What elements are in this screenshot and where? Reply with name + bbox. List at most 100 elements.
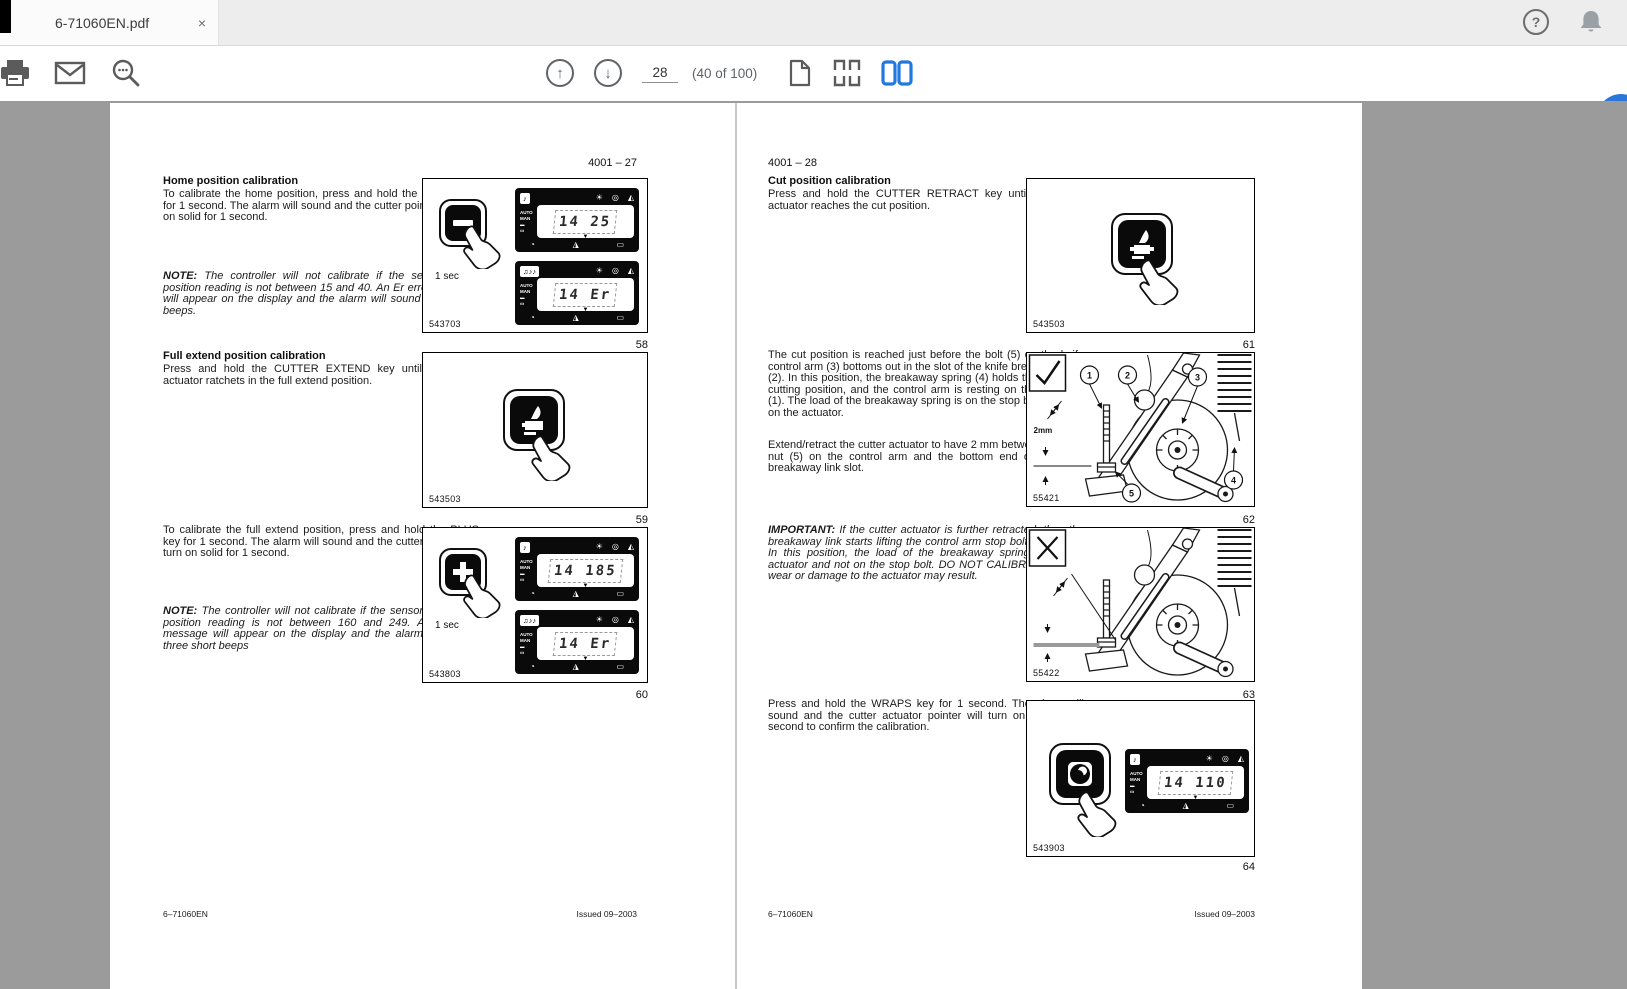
cutter-pointer-icon: ◮ — [572, 240, 579, 249]
two-page-view-button[interactable] — [881, 60, 913, 86]
wrap-side-icon: ▭ — [520, 301, 525, 306]
lcd-screen: 14 110 ▼ — [1147, 766, 1244, 801]
note-label: NOTE: — [163, 605, 198, 617]
figure-60-frame: 1 sec ♪ ☀ ◎ ◭ AUTO MAN ▬ ▭ 14 185 ▼ ◔ ◮ ▭ ♫♪♪ — [422, 527, 648, 683]
figure-59-frame: 543503 — [422, 352, 648, 508]
browser-tab-bar: 6-71060EN.pdf × ? — [0, 0, 1627, 46]
alarm-icon: ◔ — [530, 662, 535, 671]
lcd-screen: 14 25 ▼ — [537, 205, 634, 240]
music-note-icon: ♪ — [1130, 753, 1140, 765]
control-display-error: ♫♪♪ ☀ ◎ ◭ AUTO MAN ▬ ▭ 14 Er ▼ ◔ ◮ ▭ — [515, 261, 639, 325]
lcd-value: 14 185 — [547, 558, 624, 583]
pointer-marker-icon: ▼ — [1192, 795, 1199, 801]
cutter-pointer-icon: ◮ — [1182, 801, 1189, 810]
wagon-icon: ▭ — [1226, 801, 1234, 810]
section-heading-home-position: Home position calibration — [163, 175, 299, 187]
man-label: MAN — [1130, 777, 1141, 782]
arrow-up-icon: ↑ — [556, 64, 564, 82]
pdf-tab[interactable]: 6-71060EN.pdf × — [0, 0, 219, 45]
zoom-magnifier-icon — [112, 59, 140, 87]
knife-top-icon: ◭ — [1237, 754, 1244, 763]
figure-number: 58 — [635, 339, 648, 351]
work-light-icon: ☀ — [595, 266, 603, 275]
continuous-scroll-icon — [834, 59, 861, 87]
bale-side-icon: ▬ — [520, 295, 525, 300]
lcd-value: 14 25 — [553, 209, 618, 234]
callout-2: 2 — [1125, 371, 1130, 381]
music-notes-icon: ♫♪♪ — [520, 265, 540, 277]
pdf-toolbar: ↑ ↓ (40 of 100) — [0, 46, 1627, 142]
control-display-normal: ♪ ☀ ◎ ◭ AUTO MAN ▬ ▭ 14 110 ▼ ◔ ◮ ▭ — [1125, 749, 1249, 813]
toolbar-center-group: ↑ ↓ (40 of 100) — [546, 46, 913, 100]
bale-side-icon: ▬ — [520, 571, 525, 576]
bale-eject-icon: ◎ — [611, 266, 619, 275]
alarm-icon: ◔ — [1140, 801, 1145, 810]
notifications-bell-icon[interactable] — [1577, 8, 1605, 41]
single-page-view-button[interactable] — [787, 59, 813, 87]
page-number-input[interactable] — [642, 63, 678, 83]
callout-5: 5 — [1129, 489, 1134, 499]
auto-label: AUTO — [520, 210, 533, 215]
wrap-side-icon: ▭ — [1130, 789, 1135, 794]
window-corner — [0, 0, 11, 33]
print-button[interactable] — [0, 58, 30, 88]
wagon-icon: ▭ — [616, 313, 624, 322]
figure-number: 61 — [1242, 339, 1255, 351]
page-count-label: (40 of 100) — [692, 65, 758, 81]
page-spread: 4001 – 27 Home position calibration To c… — [110, 103, 1362, 989]
bale-side-icon: ▬ — [1130, 783, 1135, 788]
work-light-icon: ☀ — [1205, 754, 1213, 763]
figure-58-frame: 1 sec ♪ ☀ ◎ ◭ AUTO MAN ▬ ▭ 14 25 ▼ ◔ ◮ ▭ ♫♪♪ — [422, 178, 648, 333]
wagon-icon: ▭ — [616, 240, 624, 249]
knife-top-icon: ◭ — [627, 193, 634, 202]
lcd-screen: 14 Er ▼ — [537, 627, 634, 662]
music-note-icon: ♪ — [520, 541, 530, 553]
figure-code: 543803 — [429, 669, 461, 679]
alarm-icon: ◔ — [530, 313, 535, 322]
callout-1: 1 — [1087, 371, 1092, 381]
tab-close-icon[interactable]: × — [198, 16, 206, 30]
two-page-view-icon — [881, 60, 913, 86]
figure-61-frame: 543503 — [1026, 178, 1255, 333]
bell-glyph — [1580, 11, 1602, 32]
pressing-hand-icon — [1139, 259, 1179, 305]
note-label: NOTE: — [163, 270, 198, 282]
man-label: MAN — [520, 289, 531, 294]
continuous-scroll-view-button[interactable] — [833, 59, 861, 87]
figure-63-frame: 55422 — [1026, 527, 1255, 682]
footer-document-number: 6–71060EN — [163, 909, 208, 919]
footer-document-number: 6–71060EN — [768, 909, 813, 919]
control-display-normal: ♪ ☀ ◎ ◭ AUTO MAN ▬ ▭ 14 25 ▼ ◔ ◮ ▭ — [515, 188, 639, 252]
auto-label: AUTO — [520, 283, 533, 288]
tab-title: 6-71060EN.pdf — [55, 14, 150, 31]
page-divider — [735, 103, 737, 989]
bale-eject-icon: ◎ — [611, 542, 619, 551]
section-heading-full-extend: Full extend position calibration — [163, 350, 326, 362]
wagon-icon: ▭ — [616, 589, 624, 598]
press-duration-label: 1 sec — [435, 271, 459, 282]
work-light-icon: ☀ — [595, 615, 603, 624]
lcd-value: 14 110 — [1157, 770, 1234, 795]
arrow-down-icon: ↓ — [604, 64, 612, 82]
single-page-icon — [790, 59, 811, 87]
pointer-marker-icon: ▼ — [582, 656, 589, 662]
figure-number: 64 — [1242, 861, 1255, 873]
previous-page-button[interactable]: ↑ — [546, 59, 574, 87]
man-label: MAN — [520, 565, 531, 570]
pointer-marker-icon: ▼ — [582, 234, 589, 240]
help-icon[interactable]: ? — [1523, 9, 1549, 35]
lcd-value: 14 Er — [553, 631, 618, 656]
print-icon — [1, 60, 29, 86]
pressing-hand-icon — [463, 574, 501, 618]
figure-number: 60 — [635, 689, 648, 701]
toolbar-left-group — [0, 46, 142, 100]
email-button[interactable] — [54, 60, 86, 86]
next-page-button[interactable]: ↓ — [594, 59, 622, 87]
figure-62-frame: 1 2 3 4 5 2mm 55421 — [1026, 352, 1255, 507]
bale-side-icon: ▬ — [520, 644, 525, 649]
lcd-screen: 14 Er ▼ — [537, 278, 634, 313]
man-label: MAN — [520, 216, 531, 221]
wrap-side-icon: ▭ — [520, 650, 525, 655]
zoom-button[interactable] — [110, 57, 142, 89]
document-viewport[interactable]: 4001 – 27 Home position calibration To c… — [0, 101, 1627, 989]
